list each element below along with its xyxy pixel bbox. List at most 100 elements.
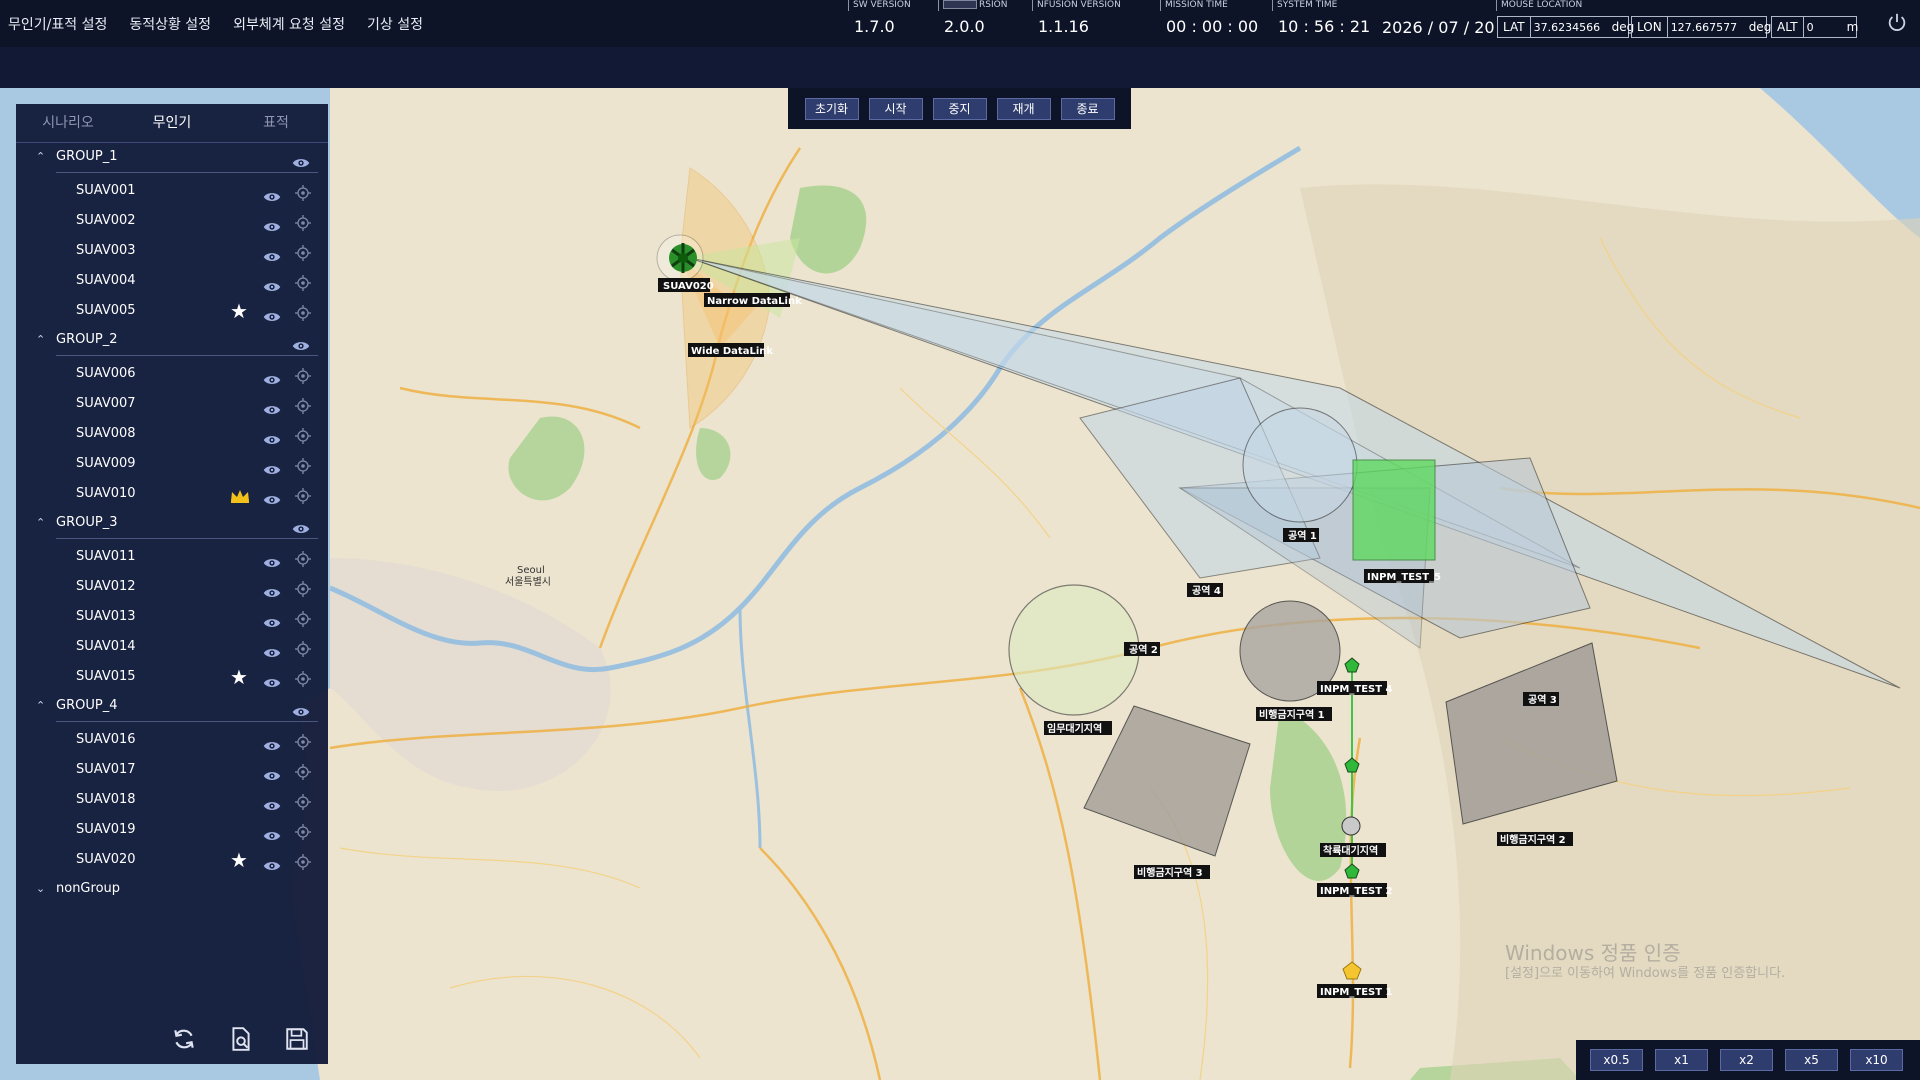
locate-crosshair-icon[interactable] [295,762,311,780]
menu-uav-target-settings[interactable]: 무인기/표적 설정 [8,14,107,34]
save-icon[interactable] [284,1026,310,1052]
visibility-eye-icon[interactable] [263,854,281,870]
stop-button[interactable]: 중지 [932,97,987,120]
locate-crosshair-icon[interactable] [295,609,311,627]
locate-crosshair-icon[interactable] [295,732,311,750]
uav-row[interactable]: SUAV001 [16,176,328,206]
speed-x2-button[interactable]: x2 [1720,1049,1773,1071]
uav-icon[interactable] [678,253,688,263]
group-row[interactable]: ⌃ GROUP_3 [16,509,328,539]
lat-input[interactable] [1530,20,1607,34]
uav-row[interactable]: SUAV015 ★ [16,662,328,692]
visibility-eye-icon[interactable] [263,368,281,384]
chevron-up-icon[interactable]: ⌃ [36,326,45,353]
file-search-icon[interactable] [228,1026,254,1052]
uav-row[interactable]: SUAV007 [16,389,328,419]
visibility-eye-icon[interactable] [263,185,281,201]
uav-row[interactable]: SUAV005 ★ [16,296,328,326]
tab-uav[interactable]: 무인기 [120,104,224,142]
uav-row[interactable]: SUAV018 [16,785,328,815]
speed-x10-button[interactable]: x10 [1850,1049,1903,1071]
uav-row[interactable]: SUAV004 [16,266,328,296]
uav-row[interactable]: SUAV016 [16,725,328,755]
uav-row[interactable]: SUAV003 [16,236,328,266]
chevron-down-icon[interactable]: ⌄ [36,875,45,902]
visibility-eye-icon[interactable] [263,245,281,261]
locate-crosshair-icon[interactable] [295,486,311,504]
locate-crosshair-icon[interactable] [295,639,311,657]
chevron-up-icon[interactable]: ⌃ [36,692,45,719]
visibility-eye-icon[interactable] [292,518,310,533]
chevron-up-icon[interactable]: ⌃ [36,509,45,536]
visibility-eye-icon[interactable] [292,335,310,350]
visibility-eye-icon[interactable] [263,428,281,444]
visibility-eye-icon[interactable] [263,581,281,597]
uav-row[interactable]: SUAV011 [16,542,328,572]
speed-x1-button[interactable]: x1 [1655,1049,1708,1071]
visibility-eye-icon[interactable] [263,398,281,414]
refresh-icon[interactable] [171,1026,197,1052]
tab-target[interactable]: 표적 [224,104,328,142]
visibility-eye-icon[interactable] [263,824,281,840]
locate-crosshair-icon[interactable] [295,669,311,687]
tab-scenario[interactable]: 시나리오 [16,104,120,142]
visibility-eye-icon[interactable] [292,152,310,167]
visibility-eye-icon[interactable] [263,458,281,474]
locate-crosshair-icon[interactable] [295,243,311,261]
exit-button[interactable]: 종료 [1060,97,1115,120]
locate-crosshair-icon[interactable] [295,852,311,870]
speed-x0-5-button[interactable]: x0.5 [1590,1049,1643,1071]
chevron-up-icon[interactable]: ⌃ [36,143,45,170]
group-row[interactable]: ⌃ GROUP_1 [16,143,328,173]
uav-row[interactable]: SUAV013 [16,602,328,632]
visibility-eye-icon[interactable] [263,641,281,657]
uav-row[interactable]: SUAV010 [16,479,328,509]
locate-crosshair-icon[interactable] [295,366,311,384]
locate-crosshair-icon[interactable] [295,213,311,231]
visibility-eye-icon[interactable] [263,215,281,231]
locate-crosshair-icon[interactable] [295,183,311,201]
uav-row[interactable]: SUAV014 [16,632,328,662]
lon-input[interactable] [1667,20,1744,34]
group-row[interactable]: ⌃ GROUP_2 [16,326,328,356]
menu-external-request-settings[interactable]: 외부체계 요청 설정 [233,14,345,34]
visibility-eye-icon[interactable] [292,701,310,716]
visibility-eye-icon[interactable] [263,275,281,291]
non-group-row[interactable]: ⌄ nonGroup [16,875,328,902]
locate-crosshair-icon[interactable] [295,792,311,810]
visibility-eye-icon[interactable] [263,551,281,567]
start-button[interactable]: 시작 [868,97,923,120]
alt-input[interactable] [1803,20,1842,34]
uav-row[interactable]: SUAV009 [16,449,328,479]
visibility-eye-icon[interactable] [263,794,281,810]
group-row[interactable]: ⌃ GROUP_4 [16,692,328,722]
locate-crosshair-icon[interactable] [295,396,311,414]
uav-row[interactable]: SUAV002 [16,206,328,236]
locate-crosshair-icon[interactable] [295,822,311,840]
visibility-eye-icon[interactable] [263,611,281,627]
locate-crosshair-icon[interactable] [295,303,311,321]
locate-crosshair-icon[interactable] [295,549,311,567]
uav-row[interactable]: SUAV019 [16,815,328,845]
visibility-eye-icon[interactable] [263,734,281,750]
locate-crosshair-icon[interactable] [295,579,311,597]
locate-crosshair-icon[interactable] [295,426,311,444]
uav-row[interactable]: SUAV012 [16,572,328,602]
menu-weather-settings[interactable]: 기상 설정 [367,14,423,34]
menu-dynamic-situation-settings[interactable]: 동적상황 설정 [129,14,211,34]
visibility-eye-icon[interactable] [263,488,281,504]
reset-button[interactable]: 초기화 [804,97,859,120]
uav-row[interactable]: SUAV006 [16,359,328,389]
visibility-eye-icon[interactable] [263,764,281,780]
power-icon[interactable] [1886,12,1908,34]
uav-row[interactable]: SUAV008 [16,419,328,449]
locate-crosshair-icon[interactable] [295,273,311,291]
uav-row[interactable]: SUAV020 ★ [16,845,328,875]
speed-x5-button[interactable]: x5 [1785,1049,1838,1071]
visibility-eye-icon[interactable] [263,305,281,321]
crown-icon [230,486,250,503]
resume-button[interactable]: 재개 [996,97,1051,120]
locate-crosshair-icon[interactable] [295,456,311,474]
uav-row[interactable]: SUAV017 [16,755,328,785]
visibility-eye-icon[interactable] [263,671,281,687]
